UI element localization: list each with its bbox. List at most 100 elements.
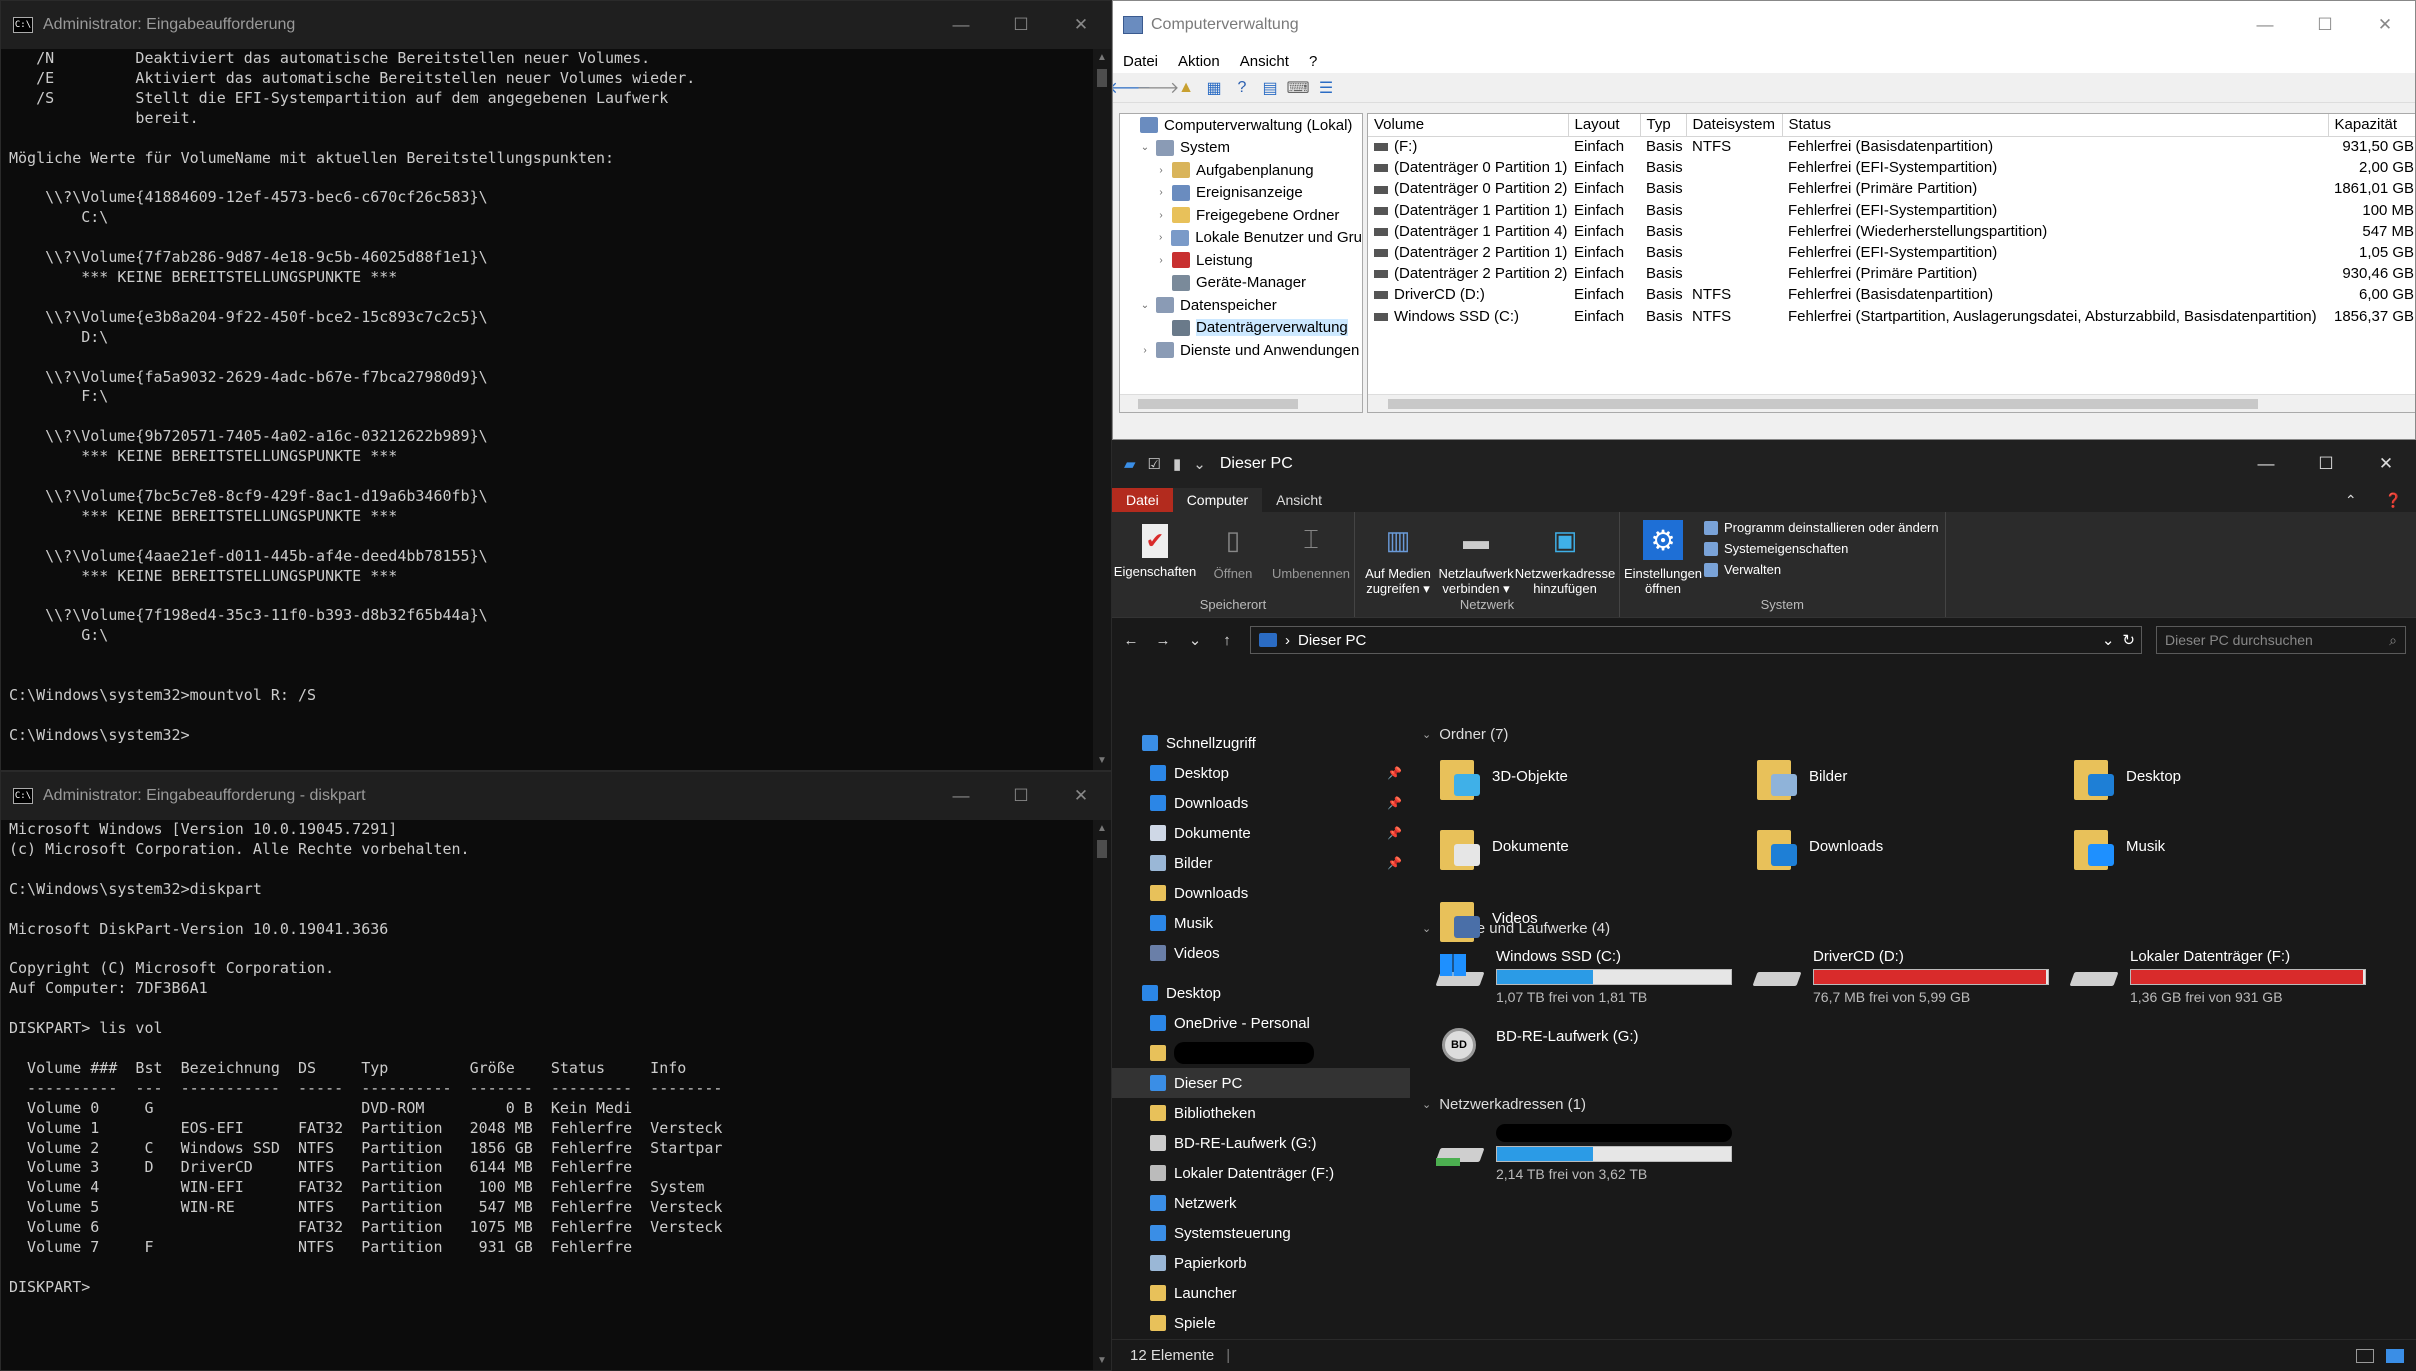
address-dropdown-icon[interactable]: ⌄ — [2102, 631, 2115, 649]
expand-chevron-icon[interactable]: ⌄ — [1138, 300, 1152, 311]
tree-item[interactable]: › Freigegebene Ordner — [1120, 204, 1362, 227]
nav-item[interactable]: Downloads 📌 — [1112, 788, 1410, 818]
computer-management-window[interactable]: Computerverwaltung — ☐ ✕ Datei Aktion An… — [1112, 0, 2416, 440]
explorer-window[interactable]: ▰ ☑ ▮ ⌄ Dieser PC — ☐ ✕ Datei Computer A… — [1112, 440, 2416, 1371]
up-arrow-icon[interactable]: ↑ — [1218, 632, 1236, 649]
table-row[interactable]: DriverCD (D:) Einfach Basis NTFS Fehlerfrei … — [1368, 284, 2415, 305]
column-header[interactable]: Kapazität — [2328, 114, 2415, 137]
close-icon[interactable]: ✕ — [2355, 1, 2415, 49]
nav-item[interactable]: Videos — [1112, 938, 1410, 968]
open-button[interactable]: ▯ Öffnen — [1196, 516, 1270, 597]
search-input[interactable]: Dieser PC durchsuchen — [2165, 632, 2389, 648]
connect-icon[interactable]: ⌨ — [1286, 78, 1309, 98]
nav-item[interactable]: Dieser PC — [1112, 1068, 1410, 1098]
table-row[interactable]: Windows SSD (C:) Einfach Basis NTFS Fehlerfr… — [1368, 306, 2415, 327]
tab-datei[interactable]: Datei — [1112, 488, 1173, 512]
tree-item[interactable]: › Leistung — [1120, 249, 1362, 272]
cmd-titlebar[interactable]: C:\ Administrator: Eingabeaufforderung -… — [1, 772, 1111, 820]
nav-item[interactable]: OneDrive - Personal — [1112, 1008, 1410, 1038]
cmd-scrollbar[interactable]: ▲ ▼ — [1093, 49, 1111, 770]
nav-item[interactable]: Musik — [1112, 908, 1410, 938]
properties-check-icon[interactable]: ☑ — [1148, 455, 1161, 473]
expand-chevron-icon[interactable]: › — [1154, 232, 1167, 243]
expand-chevron-icon[interactable]: › — [1154, 210, 1168, 221]
maximize-icon[interactable]: ☐ — [2295, 1, 2355, 49]
cv-volume-list[interactable]: Volume Layout Typ Dateisystem Status Kapazitä… — [1367, 113, 2415, 413]
details-view-icon[interactable] — [2356, 1348, 2374, 1363]
column-header[interactable]: Status — [1782, 114, 2329, 137]
tree-item[interactable]: › Ereignisanzeige — [1120, 182, 1362, 205]
column-header[interactable]: Layout — [1568, 114, 1641, 137]
maximize-icon[interactable]: ☐ — [991, 772, 1051, 820]
open-settings-button[interactable]: ⚙ Einstellungen öffnen — [1624, 516, 1702, 597]
nav-item[interactable]: Lokaler Datenträger (F:) — [1112, 1158, 1410, 1188]
nav-item[interactable]: Desktop — [1112, 978, 1410, 1008]
refresh-icon[interactable]: ↻ — [2122, 631, 2135, 649]
forward-arrow-icon[interactable]: 🡒 — [1137, 78, 1180, 98]
nav-item[interactable]: Downloads — [1112, 878, 1410, 908]
up-folder-icon[interactable]: ▲ — [1175, 78, 1197, 98]
volume-hscrollbar[interactable] — [1368, 394, 2415, 412]
cmd-output[interactable]: Microsoft Windows [Version 10.0.19045.72… — [1, 820, 1111, 1298]
search-box[interactable]: Dieser PC durchsuchen ⌕ — [2156, 626, 2406, 654]
system-properties-button[interactable]: Systemeigenschaften — [1704, 541, 1939, 556]
expand-chevron-icon[interactable]: › — [1138, 345, 1152, 356]
uninstall-program-button[interactable]: Programm deinstallieren oder ändern — [1704, 520, 1939, 535]
tree-item[interactable]: Computerverwaltung (Lokal) — [1120, 114, 1362, 137]
nav-item[interactable]: Bibliotheken — [1112, 1098, 1410, 1128]
back-arrow-icon[interactable]: ← — [1122, 632, 1140, 649]
tree-item[interactable]: ⌄ System — [1120, 137, 1362, 160]
nav-item[interactable]: Spiele — [1112, 1308, 1410, 1338]
breadcrumb-this-pc[interactable]: Dieser PC — [1298, 632, 1366, 649]
folder-item[interactable]: Desktop — [2068, 752, 2181, 800]
quick-access-dropdown-icon[interactable]: ⌄ — [1193, 455, 1206, 473]
expand-chevron-icon[interactable]: › — [1154, 187, 1168, 198]
tree-item[interactable]: Datenträgerverwaltung — [1120, 317, 1362, 340]
expand-chevron-icon[interactable]: › — [1154, 255, 1168, 266]
nav-item[interactable]: Papierkorb — [1112, 1248, 1410, 1278]
cmd-titlebar[interactable]: C:\ Administrator: Eingabeaufforderung —… — [1, 1, 1111, 49]
explorer-titlebar[interactable]: ▰ ☑ ▮ ⌄ Dieser PC — ☐ ✕ — [1112, 440, 2416, 488]
list-view-icon[interactable]: ☰ — [1315, 78, 1337, 98]
minimize-icon[interactable]: — — [2236, 440, 2296, 488]
minimize-icon[interactable]: — — [2235, 1, 2295, 49]
close-icon[interactable]: ✕ — [1051, 772, 1111, 820]
section-network-locations[interactable]: ⌄ Netzwerkadressen (1) — [1422, 1096, 1586, 1113]
help-icon[interactable]: ? — [1231, 78, 1253, 98]
properties-button[interactable]: ✔ Eigenschaften — [1114, 516, 1196, 597]
nav-item[interactable]: Schnellzugriff — [1112, 728, 1410, 758]
properties-icon[interactable]: ▤ — [1259, 78, 1281, 98]
menu-ansicht[interactable]: Ansicht — [1230, 53, 1299, 70]
breadcrumb-chevron-icon[interactable]: › — [1285, 632, 1290, 649]
tree-item[interactable]: Geräte-Manager — [1120, 272, 1362, 295]
expand-chevron-icon[interactable]: ⌄ — [1138, 142, 1152, 153]
folder-item[interactable]: Downloads — [1751, 822, 1883, 870]
large-icons-view-icon[interactable] — [2386, 1348, 2404, 1363]
table-row[interactable]: (Datenträger 1 Partition 1) Einfach Basis F… — [1368, 200, 2415, 221]
section-folders[interactable]: ⌄ Ordner (7) — [1422, 726, 1508, 743]
address-bar[interactable]: › Dieser PC ⌄ ↻ — [1250, 626, 2142, 654]
nav-item[interactable]: Launcher — [1112, 1278, 1410, 1308]
nav-item[interactable]: BD-RE-Laufwerk (G:) — [1112, 1128, 1410, 1158]
network-location-item[interactable]: 2,14 TB frei von 3,62 TB — [1434, 1124, 1732, 1182]
cv-tree-panel[interactable]: Computerverwaltung (Lokal) ⌄ System › Aufgab… — [1119, 113, 1363, 413]
close-icon[interactable]: ✕ — [2356, 440, 2416, 488]
folder-item[interactable]: 3D-Objekte — [1434, 752, 1568, 800]
column-header[interactable]: Typ — [1640, 114, 1687, 137]
tree-hscrollbar[interactable] — [1120, 394, 1362, 412]
content-pane[interactable]: ⌄ Ordner (7) ⌄ Geräte und Laufwerke (4) ⌄ N… — [1410, 718, 2366, 1349]
scroll-thumb[interactable] — [1097, 840, 1107, 858]
ribbon-collapse-icon[interactable]: ⌃ — [2331, 488, 2371, 512]
table-row[interactable]: (Datenträger 0 Partition 2) Einfach Basis F… — [1368, 178, 2415, 199]
folder-item[interactable]: Musik — [2068, 822, 2165, 870]
column-header[interactable]: Dateisystem — [1686, 114, 1783, 137]
cmd-window-mountvol[interactable]: C:\ Administrator: Eingabeaufforderung —… — [0, 0, 1112, 771]
tree-item[interactable]: › Dienste und Anwendungen — [1120, 339, 1362, 362]
rename-button[interactable]: ⌶ Umbenennen — [1272, 516, 1350, 597]
drive-item[interactable]: Windows SSD (C:) 1,07 TB frei von 1,81 TB — [1434, 948, 1732, 1005]
scroll-down-icon[interactable]: ▼ — [1093, 752, 1111, 770]
folder-item[interactable]: Videos — [1434, 894, 1538, 942]
cmd-scrollbar[interactable]: ▲ ▼ — [1093, 820, 1111, 1370]
help-icon[interactable]: ❓ — [2371, 488, 2416, 512]
minimize-icon[interactable]: — — [931, 1, 991, 49]
